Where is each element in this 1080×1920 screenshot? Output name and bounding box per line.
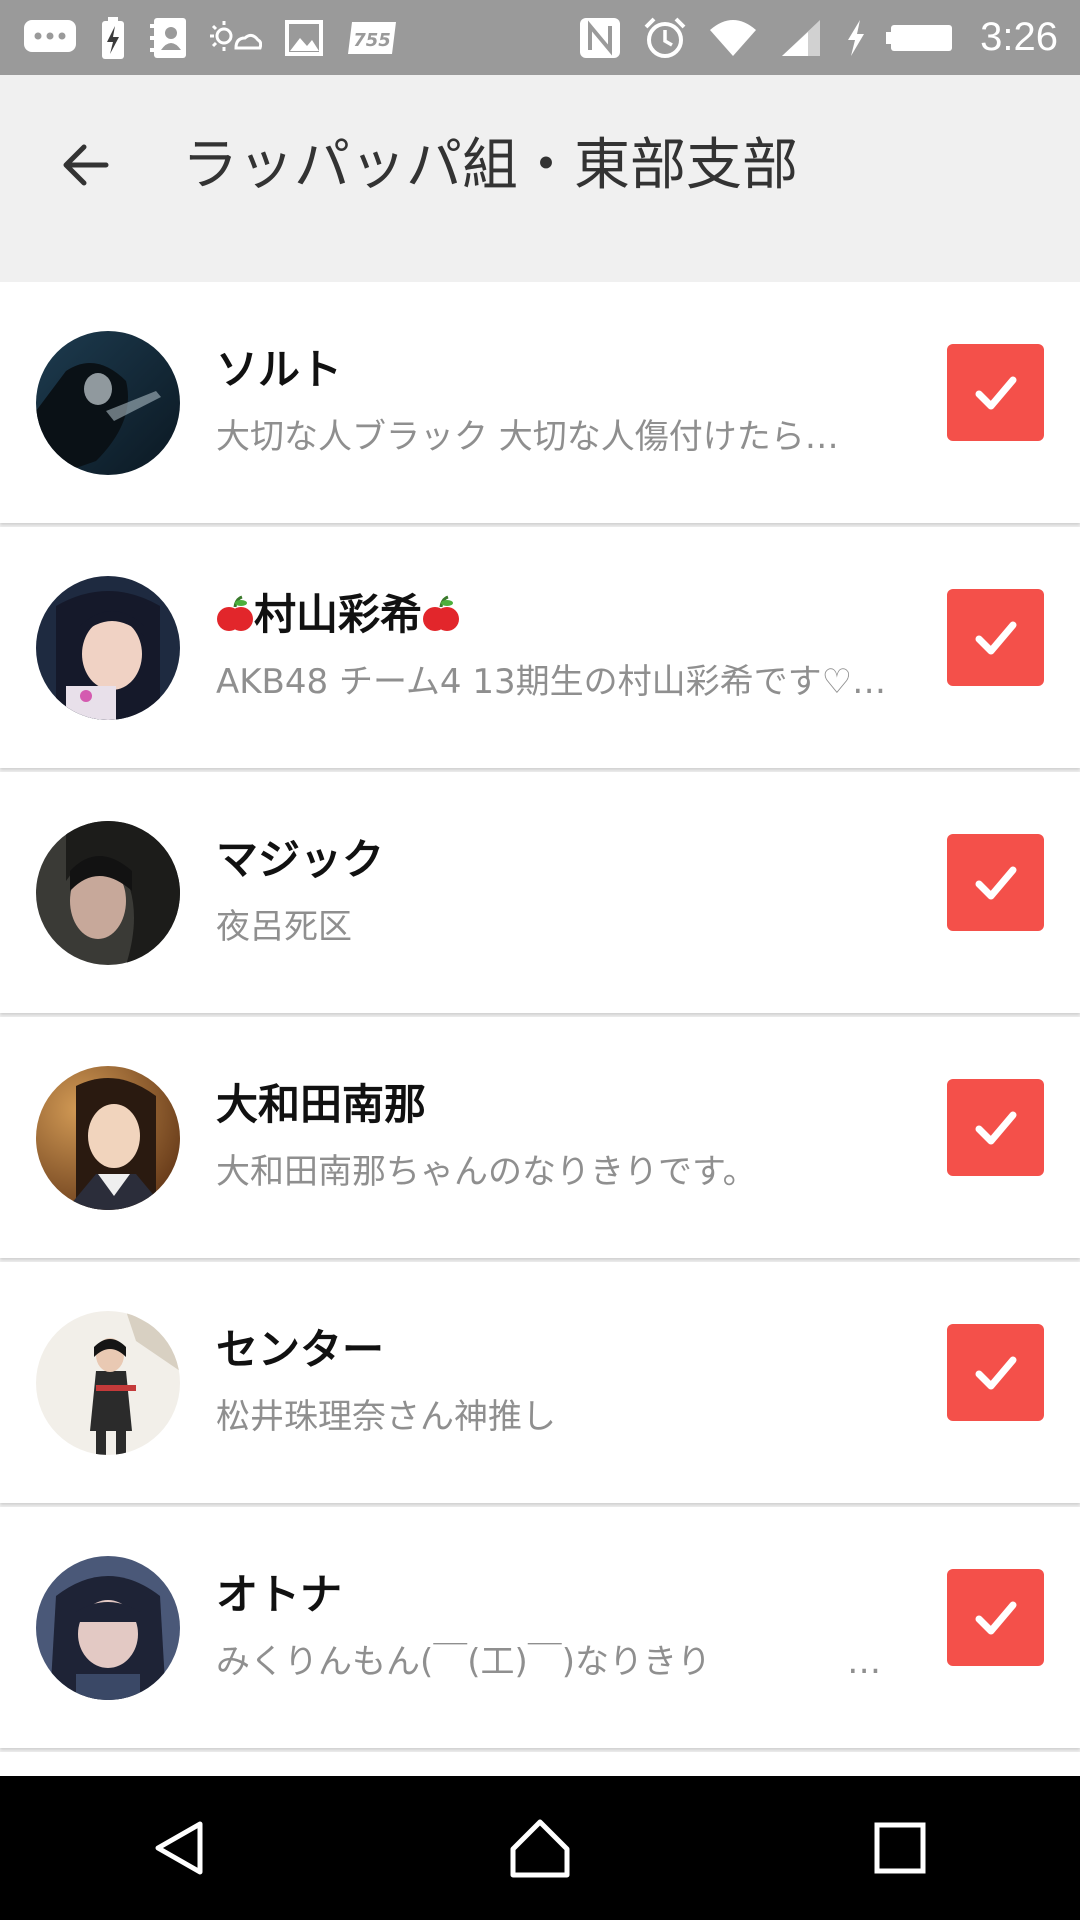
- navigation-bar: [0, 1776, 1080, 1920]
- back-button[interactable]: [44, 125, 124, 205]
- checkmark-icon: [975, 1111, 1016, 1144]
- checkmark-icon: [975, 1356, 1016, 1389]
- member-description: みくりんもん(￣(工)￣)なりきり …: [216, 1642, 896, 1682]
- member-checkbox[interactable]: [947, 1079, 1044, 1176]
- signal-icon: [778, 15, 824, 61]
- member-name: 大和田南那: [216, 1080, 427, 1129]
- status-bar-right: 3:26: [578, 15, 1058, 61]
- app-bar: ラッパッパ組・東部支部: [0, 75, 1080, 280]
- member-name: 村山彩希: [216, 587, 460, 643]
- nav-back-button[interactable]: [120, 1788, 240, 1908]
- list-item[interactable]: 村山彩希 AKB48 チーム4 13期生の村山彩希です♡…: [0, 527, 1080, 768]
- avatar: [36, 1311, 180, 1455]
- alarm-icon: [642, 15, 688, 61]
- charging-bolt-icon: [844, 15, 866, 61]
- contacts-icon: [148, 15, 188, 61]
- member-description: 松井珠理奈さん神推し: [216, 1397, 556, 1437]
- avatar: [36, 821, 180, 965]
- weather-icon: [210, 15, 262, 61]
- checkmark-icon: [975, 866, 1016, 899]
- status-bar: 755 3:26: [0, 0, 1080, 75]
- member-description: 大和田南那ちゃんのなりきりです。: [216, 1152, 757, 1192]
- member-checkbox[interactable]: [947, 834, 1044, 931]
- list-item[interactable]: マジック 夜呂死区: [0, 772, 1080, 1013]
- member-name: マジック: [216, 835, 385, 884]
- svg-text:755: 755: [353, 30, 391, 51]
- list-item[interactable]: 大和田南那 大和田南那ちゃんのなりきりです。: [0, 1017, 1080, 1258]
- member-name: センター: [216, 1325, 385, 1374]
- nav-home-button[interactable]: [480, 1788, 600, 1908]
- apple-icon: [217, 595, 253, 631]
- nav-back-icon: [155, 1821, 203, 1875]
- member-description: 夜呂死区: [216, 907, 352, 947]
- nav-home-icon: [510, 1819, 570, 1878]
- wifi-icon: [708, 15, 758, 61]
- checkmark-icon: [975, 621, 1016, 654]
- image-icon: [284, 15, 324, 61]
- checkmark-icon: [975, 376, 1016, 409]
- member-checkbox[interactable]: [947, 1324, 1044, 1421]
- 755-app-icon: 755: [346, 15, 398, 61]
- list-item[interactable]: オトナ みくりんもん(￣(工)￣)なりきり …: [0, 1507, 1080, 1748]
- avatar: [36, 331, 180, 475]
- apple-icon: [423, 595, 460, 631]
- checkmark-icon: [975, 1601, 1016, 1634]
- avatar: [36, 1556, 180, 1700]
- page-title: ラッパッパ組・東部支部: [182, 133, 798, 198]
- battery-charging-icon: [100, 15, 126, 61]
- chat-bubble-icon: [22, 15, 78, 61]
- status-bar-left: 755: [22, 15, 398, 61]
- member-checkbox[interactable]: [947, 344, 1044, 441]
- status-time: 3:26: [980, 15, 1058, 59]
- member-list: ソルト 大切な人ブラック 大切な人傷付けたら… 村山彩希 AKB48 チーム4 …: [0, 282, 1080, 1776]
- battery-icon: [886, 15, 954, 61]
- avatar: [36, 576, 180, 720]
- member-name: ソルト: [216, 345, 343, 394]
- avatar: [36, 1066, 180, 1210]
- nfc-icon: [578, 15, 622, 61]
- list-item[interactable]: センター 松井珠理奈さん神推し: [0, 1262, 1080, 1503]
- member-name-text: 村山彩希: [254, 590, 423, 639]
- nav-recents-button[interactable]: [840, 1788, 960, 1908]
- member-name: オトナ: [216, 1570, 343, 1619]
- member-checkbox[interactable]: [947, 589, 1044, 686]
- list-item[interactable]: [0, 1752, 1080, 1776]
- list-item[interactable]: ソルト 大切な人ブラック 大切な人傷付けたら…: [0, 282, 1080, 523]
- arrow-back-icon: [63, 144, 109, 186]
- member-checkbox[interactable]: [947, 1569, 1044, 1666]
- member-description: AKB48 チーム4 13期生の村山彩希です♡…: [216, 662, 887, 702]
- member-description: 大切な人ブラック 大切な人傷付けたら…: [216, 417, 839, 457]
- nav-recents-icon: [874, 1822, 926, 1874]
